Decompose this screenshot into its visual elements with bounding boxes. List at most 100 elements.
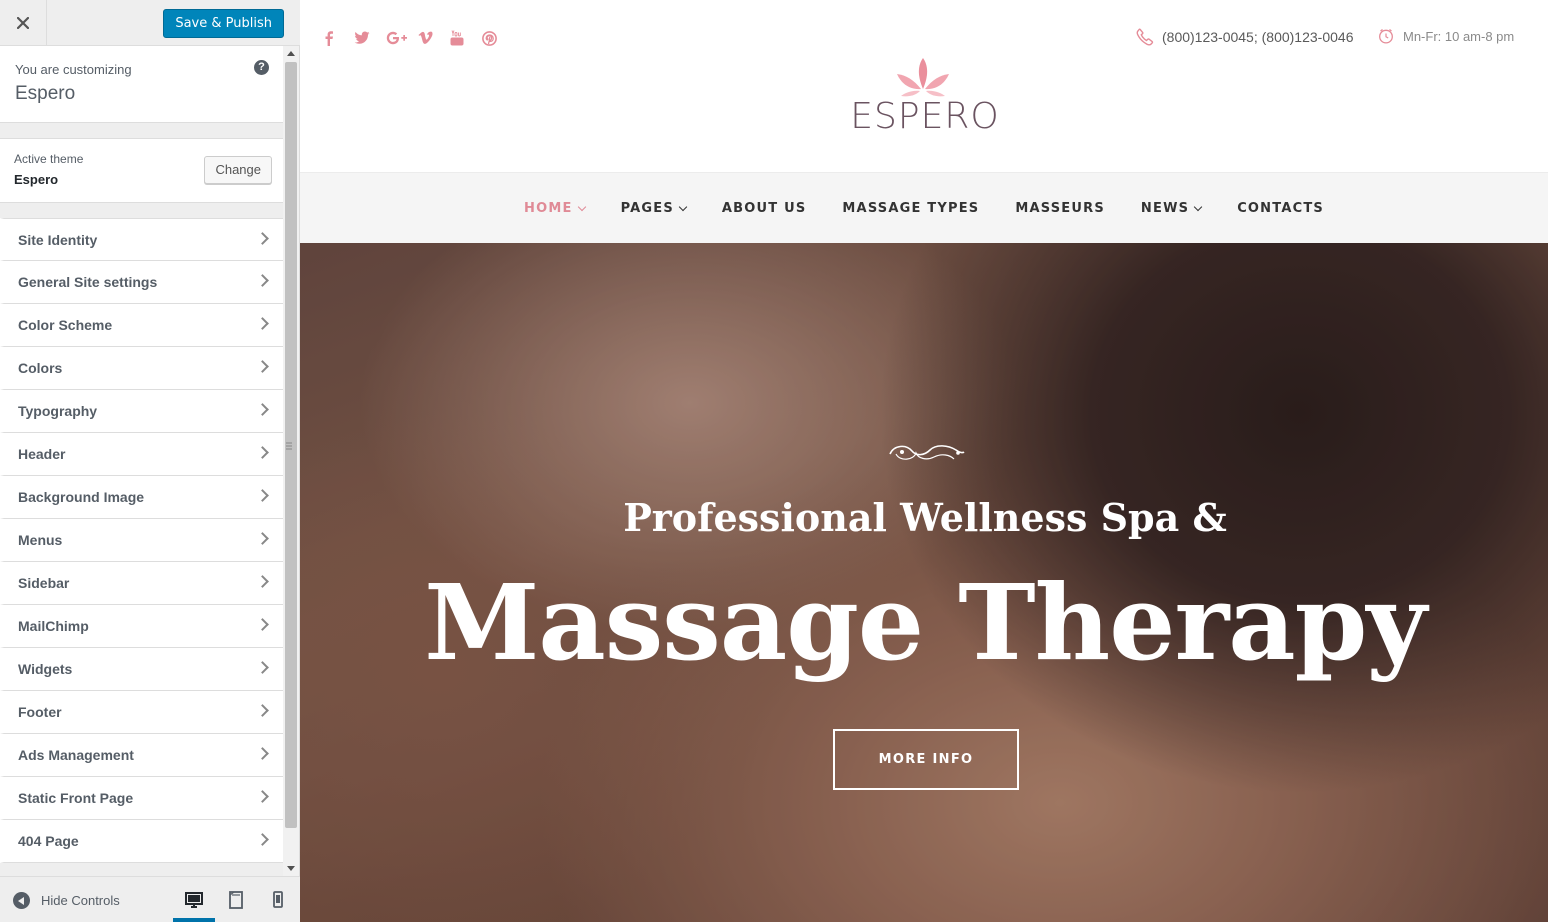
- youtube-link[interactable]: [450, 29, 482, 47]
- vimeo-icon: [418, 31, 433, 44]
- section-label: 404 Page: [18, 833, 79, 849]
- nav-item-news[interactable]: NEWS: [1140, 201, 1203, 216]
- ornament-icon: [889, 445, 965, 460]
- phone-number-text[interactable]: (800)123-0045; (800)123-0046: [1162, 29, 1353, 45]
- section-label: Site Identity: [18, 231, 98, 248]
- section-typography[interactable]: Typography: [0, 390, 283, 433]
- preview-tablet-button[interactable]: [225, 889, 247, 911]
- resize-grip-icon: [286, 442, 292, 450]
- section-site-identity[interactable]: Site Identity: [0, 218, 283, 261]
- chevron-right-icon: [256, 532, 269, 545]
- clock-icon: [1379, 29, 1393, 44]
- section-menus[interactable]: Menus: [0, 519, 283, 562]
- section-label: Color Scheme: [18, 317, 113, 333]
- nav-item-home[interactable]: HOME: [524, 201, 586, 216]
- save-publish-button[interactable]: Save & Publish: [163, 9, 284, 38]
- section-label: Footer: [18, 704, 62, 720]
- social-links: [322, 29, 514, 47]
- youtube-icon: [450, 30, 464, 46]
- desktop-icon: [185, 892, 203, 908]
- facebook-icon: [325, 31, 333, 46]
- main-navigation: HOME PAGES ABOUT US MASSAGE TYPES MASSEU…: [300, 172, 1548, 243]
- section-color-scheme[interactable]: Color Scheme: [0, 304, 283, 347]
- section-general-site-settings[interactable]: General Site settings: [0, 261, 283, 304]
- pinterest-icon: [482, 30, 497, 46]
- chevron-right-icon: [256, 704, 269, 717]
- pinterest-link[interactable]: [482, 29, 514, 47]
- change-theme-button[interactable]: Change: [204, 156, 272, 184]
- header-hours: Mn-Fr: 10 am-8 pm: [1378, 28, 1514, 44]
- chevron-down-icon: [678, 202, 688, 211]
- hero-title: Massage Therapy: [424, 561, 1427, 684]
- nav-label: MASSAGE TYPES: [842, 201, 980, 216]
- site-preview: (800)123-0045; (800)123-0046 Mn-Fr: 10 a…: [300, 0, 1548, 922]
- collapse-arrow-icon: [13, 892, 30, 909]
- nav-item-massage-types[interactable]: MASSAGE TYPES: [842, 201, 979, 216]
- chevron-right-icon: [256, 274, 269, 287]
- section-404-page[interactable]: 404 Page: [0, 820, 283, 863]
- customizing-site-title: Espero: [15, 83, 76, 104]
- preview-desktop-button[interactable]: [183, 889, 205, 911]
- mobile-icon: [273, 891, 283, 908]
- scroll-up-arrow-icon[interactable]: [287, 51, 295, 56]
- section-label: Menus: [18, 532, 63, 548]
- sidebar-scrollbar[interactable]: [283, 46, 299, 876]
- nav-label: PAGES: [620, 201, 674, 216]
- nav-label: HOME: [524, 201, 573, 216]
- section-label: Typography: [18, 403, 98, 419]
- chevron-right-icon: [256, 661, 269, 674]
- logo-text: ESPERO: [850, 96, 1000, 137]
- chevron-right-icon: [256, 833, 269, 846]
- chevron-right-icon: [256, 618, 269, 631]
- customizer-header: Save & Publish: [0, 0, 300, 46]
- section-label: Sidebar: [18, 575, 70, 591]
- section-colors[interactable]: Colors: [0, 347, 283, 390]
- chevron-right-icon: [256, 360, 269, 373]
- twitter-link[interactable]: [354, 29, 386, 47]
- nav-label: NEWS: [1140, 201, 1190, 216]
- section-label: Static Front Page: [18, 790, 134, 806]
- section-sidebar[interactable]: Sidebar: [0, 562, 283, 605]
- section-header[interactable]: Header: [0, 433, 283, 476]
- customizer-section-list: Site Identity General Site settings Colo…: [0, 218, 283, 863]
- customizing-info: You are customizing Espero ?: [0, 46, 283, 123]
- section-background-image[interactable]: Background Image: [0, 476, 283, 519]
- chevron-right-icon: [256, 575, 269, 588]
- section-mailchimp[interactable]: MailChimp: [0, 605, 283, 648]
- chevron-right-icon: [256, 446, 269, 459]
- resize-handle[interactable]: [286, 440, 292, 452]
- site-logo[interactable]: ESPERO: [820, 56, 1030, 138]
- facebook-link[interactable]: [322, 29, 354, 47]
- nav-label: MASSEURS: [1015, 201, 1105, 216]
- help-icon[interactable]: ?: [254, 60, 269, 75]
- hide-controls-label: Hide Controls: [41, 893, 120, 908]
- section-static-front-page[interactable]: Static Front Page: [0, 777, 283, 820]
- preview-mobile-button[interactable]: [267, 889, 289, 911]
- vimeo-link[interactable]: [418, 29, 450, 47]
- chevron-right-icon: [256, 403, 269, 416]
- section-label: Colors: [18, 360, 63, 376]
- section-widgets[interactable]: Widgets: [0, 648, 283, 691]
- hide-controls-button[interactable]: Hide Controls: [13, 892, 120, 909]
- google-plus-link[interactable]: [386, 29, 418, 47]
- customizer-footer: Hide Controls: [0, 876, 300, 922]
- close-customizer-button[interactable]: [0, 0, 47, 46]
- chevron-right-icon: [256, 317, 269, 330]
- section-footer[interactable]: Footer: [0, 691, 283, 734]
- opening-hours-text: Mn-Fr: 10 am-8 pm: [1403, 28, 1515, 44]
- hero-banner: Professional Wellness Spa & Massage Ther…: [300, 243, 1548, 922]
- nav-item-contacts[interactable]: CONTACTS: [1237, 201, 1324, 216]
- scroll-down-arrow-icon[interactable]: [287, 866, 295, 871]
- lotus-icon: [897, 58, 949, 97]
- customizer-sections-scroll[interactable]: You are customizing Espero ? Active them…: [0, 46, 283, 876]
- customizing-label: You are customizing: [15, 62, 132, 77]
- header-phone: (800)123-0045; (800)123-0046: [1136, 28, 1353, 46]
- nav-item-about-us[interactable]: ABOUT US: [722, 201, 807, 216]
- more-info-button[interactable]: MORE INFO: [833, 729, 1019, 790]
- close-icon: [17, 17, 29, 29]
- section-label: Widgets: [18, 661, 73, 677]
- section-ads-management[interactable]: Ads Management: [0, 734, 283, 777]
- nav-item-masseurs[interactable]: MASSEURS: [1015, 201, 1105, 216]
- nav-item-pages[interactable]: PAGES: [620, 201, 688, 216]
- section-label: MailChimp: [18, 618, 89, 634]
